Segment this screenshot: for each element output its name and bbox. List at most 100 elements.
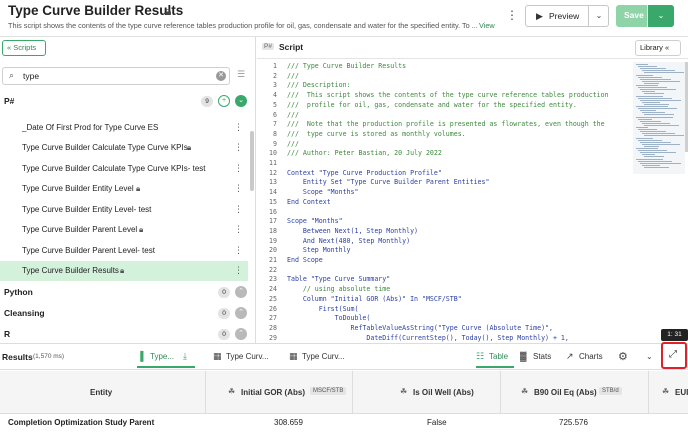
clear-icon[interactable]: ✕ [216,71,226,81]
code-line: /// Type Curve Builder Results [287,62,407,70]
lock-icon: 🔒︎ [165,4,172,18]
minimap-line [640,89,676,91]
count-badge: 9 [201,96,213,107]
download-icon[interactable]: ⤓ [183,351,187,362]
group-pf[interactable]: P# 9 + ⌄ [0,92,255,112]
more-options-icon[interactable]: ⋮ [506,8,518,22]
minimap-line [640,68,666,70]
minimap-line [644,145,659,147]
results-title: Results [2,352,33,362]
group-cleansing[interactable]: Cleansing 0 ⌃ [0,304,255,324]
line-number: 29 [269,333,277,342]
minimap-line [644,82,659,84]
tab-result-3[interactable]: ▦ Type Curv... [289,348,351,368]
line-number: 21 [269,256,277,264]
chart-bar-icon: ▐ [137,351,144,361]
group-python[interactable]: Python 0 ⌃ [0,283,255,303]
column-header[interactable]: ☘ Is Oil Well (Abs) [353,371,501,413]
chevron-down-icon[interactable]: ⌄ [588,6,609,26]
tab-stats[interactable]: ▓ Stats [520,348,556,368]
code-line: /// [287,110,299,119]
list-item[interactable]: Type Curve Builder Entity Level- test ⋮ [0,200,248,220]
tab-label: Type... [150,352,175,361]
line-number: 5 [273,100,277,109]
code-line: /// Note that the production profile is … [287,120,605,129]
group-label: Cleansing [4,308,45,318]
more-options-icon[interactable]: ⋮ [234,183,243,194]
scrollbar[interactable] [250,131,254,191]
table-cell: 308.659 [274,418,303,427]
code-minimap[interactable] [633,62,685,174]
list-item[interactable]: _Date Of First Prod for Type Curve ES ⋮ [0,118,248,138]
group-r[interactable]: R 0 ⌃ [0,325,255,343]
view-description-link[interactable]: View [479,21,495,30]
more-options-icon[interactable]: ⋮ [234,245,243,256]
column-header[interactable]: ☘ EUI [649,371,688,413]
minimap-line [636,158,663,160]
code-line: Column "Initial GOR (Abs)" In "MSCF/STB" [287,294,462,303]
line-number: 11 [269,159,277,167]
list-item[interactable]: Type Curve Builder Entity Level 🔒︎ ⋮ [0,179,248,199]
expand-button[interactable]: ⤢ [661,342,687,369]
list-item[interactable]: Type Curve Builder Calculate Type Curve … [0,159,248,179]
scripts-button[interactable]: « Scripts [2,40,46,56]
list-item[interactable]: Type Curve Builder Calculate Type Curve … [0,138,248,158]
measure-icon: ☘ [521,387,529,396]
chevron-down-icon[interactable]: ⌄ [235,95,247,107]
chevron-down-icon[interactable]: ⌄ [646,352,653,361]
preview-button-label: Preview [549,11,580,21]
more-options-icon[interactable]: ⋮ [234,163,243,174]
add-icon[interactable]: + [218,95,230,107]
library-button[interactable]: Library « [635,40,681,56]
code-line: /// [287,139,299,148]
minimap-line [644,124,679,126]
column-header[interactable]: ☘ Initial GOR (Abs) MSCF/STB [206,371,353,413]
tab-charts[interactable]: ↗ Charts [566,348,608,368]
more-options-icon[interactable]: ⋮ [234,142,243,153]
line-number: 1 [273,62,277,70]
more-options-icon[interactable]: ⋮ [234,224,243,235]
list-item[interactable]: Type Curve Builder Results 🔒︎ ⋮ [0,261,248,281]
minimap-line [642,91,655,93]
double-chevron-left-icon: « [7,43,12,52]
chevron-up-icon[interactable]: ⌃ [235,286,247,298]
chevron-up-icon[interactable]: ⌃ [235,307,247,319]
tab-result-1[interactable]: ▐ Type... ⤓ [137,348,195,368]
save-button[interactable]: Save ⌄ [616,5,674,27]
column-header[interactable]: Entity [0,371,206,413]
search-input[interactable]: ⌕ type ✕ [2,67,230,85]
line-number: 3 [273,81,277,90]
minimap-line [642,70,675,72]
table-cell: False [427,418,447,427]
line-number: 15 [269,197,277,206]
list-item[interactable]: Type Curve Builder Parent Level- test ⋮ [0,241,248,261]
code-line: Table "Type Curve Summary" [287,275,391,284]
filter-icon[interactable]: ☰ [237,69,245,80]
minimap-line [642,122,670,124]
measure-icon: ☘ [228,387,236,396]
code-line: Between Next(1, Step Monthly) [287,226,419,235]
minimap-line [642,143,680,145]
more-options-icon[interactable]: ⋮ [234,122,243,133]
gear-icon[interactable]: ⚙ [618,350,628,363]
line-number: 19 [269,236,277,245]
preview-button[interactable]: ▶ Preview ⌄ [525,5,609,27]
column-header[interactable]: ☘ B90 Oil Eq (Abs) STB/d [501,371,649,413]
more-options-icon[interactable]: ⋮ [234,265,243,276]
minimap-line [640,131,666,133]
line-chart-icon: ↗ [566,351,574,361]
chevron-down-icon[interactable]: ⌄ [647,5,674,27]
cursor-position-tooltip: 1: 31 [661,329,688,341]
minimap-line [644,114,674,116]
script-item-label: _Date Of First Prod for Type Curve ES [22,123,159,132]
minimap-line [642,164,660,166]
group-label: P# [4,96,15,106]
chevron-up-icon[interactable]: ⌃ [235,328,247,340]
list-item[interactable]: Type Curve Builder Parent Level 🔒︎ ⋮ [0,220,248,240]
more-options-icon[interactable]: ⋮ [234,204,243,215]
table-row[interactable]: Completion Optimization Study Parent 308… [0,413,688,432]
tab-table[interactable]: ☷ Table [476,348,514,368]
tab-result-2[interactable]: ▦ Type Curv... [213,348,275,368]
play-icon: ▶ [536,11,543,21]
column-header-label: B90 Oil Eq (Abs) [534,388,597,397]
